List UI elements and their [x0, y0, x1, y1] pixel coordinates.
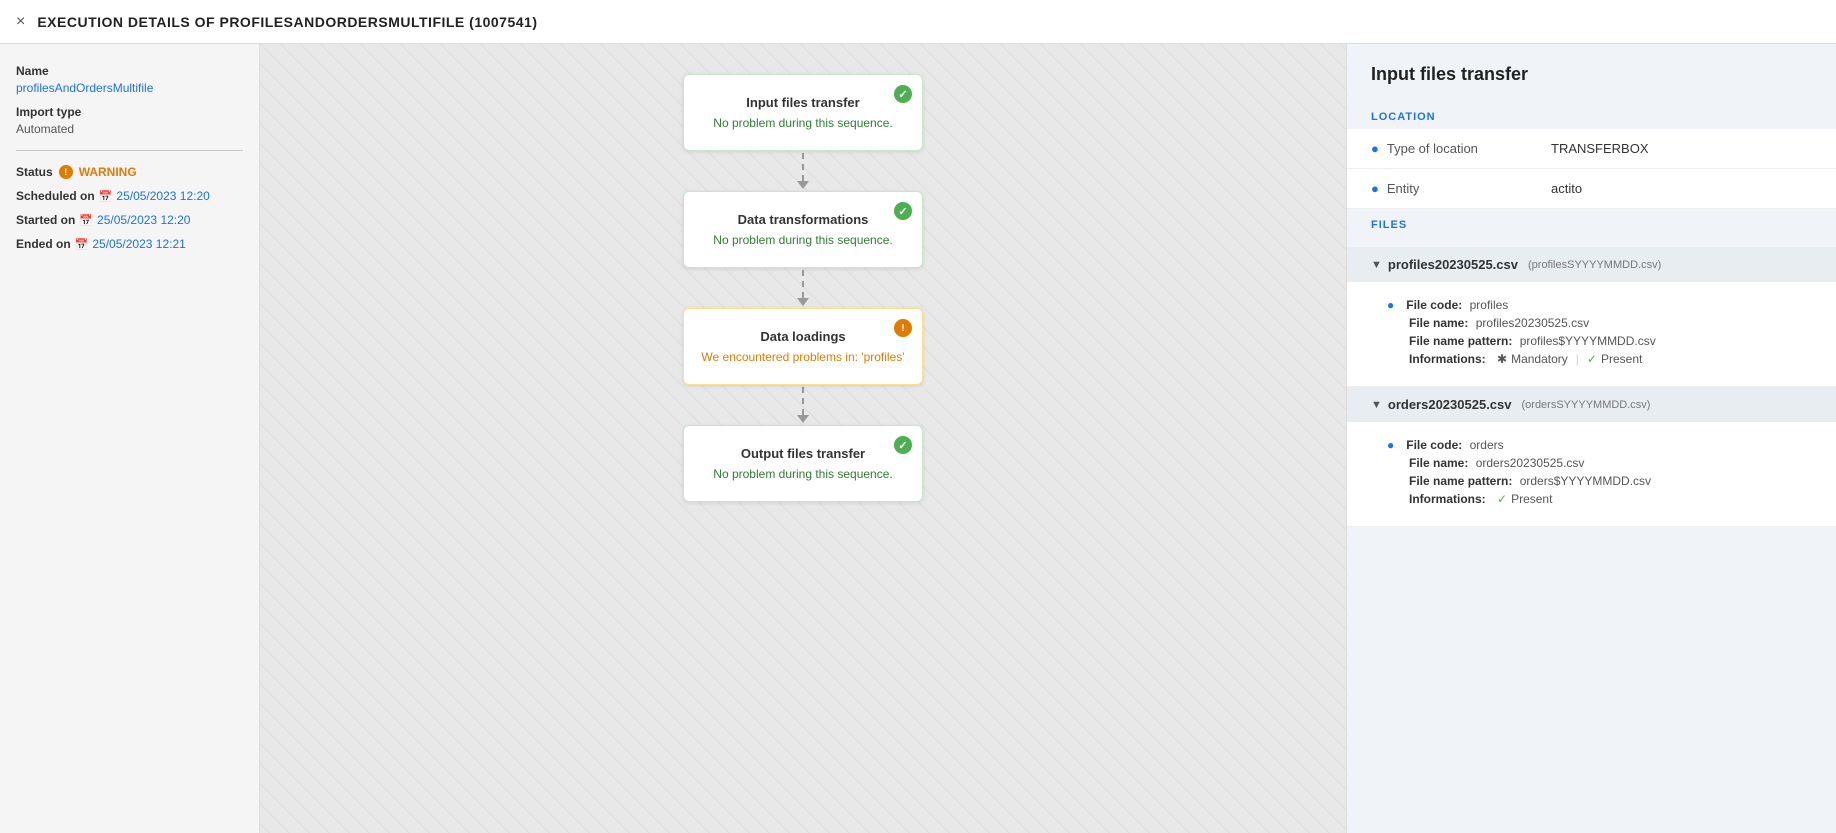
- file-name-label: File name:: [1409, 316, 1468, 330]
- flow-area: ✓Input files transferNo problem during t…: [260, 44, 1346, 833]
- location-row: ●Type of locationTRANSFERBOX: [1347, 129, 1836, 169]
- location-row-value: actito: [1527, 169, 1836, 209]
- sidebar-name-label: Name: [16, 64, 243, 78]
- flow-node-title: Data transformations: [700, 212, 906, 227]
- present-check-icon: ✓: [1497, 492, 1507, 506]
- sidebar-status-row: Status ! WARNING: [16, 165, 243, 179]
- file-name-row: File name: profiles20230525.csv: [1387, 316, 1812, 330]
- location-row-value: TRANSFERBOX: [1527, 129, 1836, 169]
- sidebar-scheduled-row: Scheduled on 📅 25/05/2023 12:20: [16, 189, 243, 203]
- sidebar: Name profilesAndOrdersMultifile Import t…: [0, 44, 260, 833]
- file-name-label: File name:: [1409, 456, 1468, 470]
- file-name-pattern-label: File name pattern:: [1409, 334, 1512, 348]
- file-code-row: ● File code: orders: [1387, 438, 1812, 452]
- flow-node-message: We encountered problems in: 'profiles': [700, 350, 906, 364]
- file-group-header[interactable]: ▼ orders20230525.csv (ordersSYYYYMMDD.cs…: [1347, 387, 1836, 422]
- warning-icon: !: [59, 165, 73, 179]
- flow-node-title: Output files transfer: [700, 446, 906, 461]
- file-name-value: profiles20230525.csv: [1472, 316, 1589, 330]
- files-section-label: FILES: [1347, 209, 1836, 237]
- right-panel: Input files transfer LOCATION ●Type of l…: [1346, 44, 1836, 833]
- sidebar-ended-value: 25/05/2023 12:21: [92, 237, 185, 251]
- close-button[interactable]: ×: [16, 13, 25, 31]
- sidebar-scheduled-label: Scheduled on: [16, 189, 95, 203]
- file-name-pattern-value: orders$YYYYMMDD.csv: [1516, 474, 1651, 488]
- check-icon: ✓: [894, 202, 912, 220]
- file-code-row: ● File code: profiles: [1387, 298, 1812, 312]
- file-name-pattern-value: profiles$YYYYMMDD.csv: [1516, 334, 1655, 348]
- location-section-label: LOCATION: [1347, 101, 1836, 129]
- flow-node-input-files-transfer[interactable]: ✓Input files transfer No problem during t…: [683, 74, 923, 151]
- sidebar-import-type-value: Automated: [16, 122, 243, 136]
- file-name-row: File name: orders20230525.csv: [1387, 456, 1812, 470]
- flow-node-output-files-transfer[interactable]: ✓Output files transfer No problem during …: [683, 425, 923, 502]
- file-name-pattern-row: File name pattern: profiles$YYYYMMDD.csv: [1387, 334, 1812, 348]
- file-name-pattern-row: File name pattern: orders$YYYYMMDD.csv: [1387, 474, 1812, 488]
- mandatory-star-icon: ✱: [1497, 352, 1507, 366]
- file-group-name: profiles20230525.csv: [1388, 257, 1518, 272]
- flow-node-message: No problem during this sequence.: [700, 467, 906, 481]
- files-section: ▼ profiles20230525.csv (profilesSYYYYMMD…: [1347, 237, 1836, 537]
- flow-node-data-loadings[interactable]: !Data loadings We encountered problems in…: [683, 308, 923, 385]
- present-check-icon: ✓: [1587, 352, 1597, 366]
- informations-label: Informations:: [1409, 492, 1486, 506]
- sidebar-import-type-row: Import type Automated: [16, 105, 243, 136]
- flow-node-data-transformations[interactable]: ✓Data transformations No problem during t…: [683, 191, 923, 268]
- file-group-name: orders20230525.csv: [1388, 397, 1512, 412]
- file-detail-block: ● File code: profiles File name: profile…: [1347, 282, 1836, 387]
- check-icon: ✓: [894, 436, 912, 454]
- calendar-icon-scheduled: 📅: [99, 190, 113, 203]
- file-code-label: File code:: [1406, 438, 1462, 452]
- warning-icon: !: [894, 319, 912, 337]
- chevron-down-icon: ▼: [1371, 399, 1382, 411]
- mandatory-label: Mandatory: [1511, 352, 1568, 366]
- flow-connector: [797, 268, 809, 308]
- file-group-pattern: (ordersSYYYYMMDD.csv): [1522, 399, 1651, 411]
- sidebar-name-row: Name profilesAndOrdersMultifile: [16, 64, 243, 95]
- location-table: ●Type of locationTRANSFERBOX●Entityactit…: [1347, 129, 1836, 209]
- sidebar-ended-label: Ended on: [16, 237, 71, 251]
- flow-node-title: Data loadings: [700, 329, 906, 344]
- right-panel-title: Input files transfer: [1347, 44, 1836, 101]
- flow-node-message: No problem during this sequence.: [700, 116, 906, 130]
- pipe-separator: |: [1576, 352, 1579, 366]
- check-icon: ✓: [894, 85, 912, 103]
- page-title: EXECUTION DETAILS OF PROFILESANDORDERSMU…: [37, 14, 537, 30]
- file-code-value: profiles: [1466, 298, 1508, 312]
- sidebar-ended-row: Ended on 📅 25/05/2023 12:21: [16, 237, 243, 251]
- bullet-icon: ●: [1387, 298, 1394, 312]
- flow-connector: [797, 151, 809, 191]
- sidebar-started-value: 25/05/2023 12:20: [97, 213, 190, 227]
- file-code-label: File code:: [1406, 298, 1462, 312]
- flow-connector: [797, 385, 809, 425]
- sidebar-scheduled-value: 25/05/2023 12:20: [116, 189, 209, 203]
- sidebar-status-label: Status: [16, 165, 53, 179]
- calendar-icon-started: 📅: [79, 214, 93, 227]
- location-row-label: ●Type of location: [1347, 129, 1527, 169]
- sidebar-started-label: Started on: [16, 213, 75, 227]
- location-row: ●Entityactito: [1347, 169, 1836, 209]
- location-row-label: ●Entity: [1347, 169, 1527, 209]
- present-label: Present: [1601, 352, 1642, 366]
- bullet-icon: ●: [1387, 438, 1394, 452]
- sidebar-started-row: Started on 📅 25/05/2023 12:20: [16, 213, 243, 227]
- informations-row: Informations: ✱ Mandatory | ✓ Present: [1387, 352, 1812, 366]
- sidebar-status-value: WARNING: [79, 165, 137, 179]
- flow-node-title: Input files transfer: [700, 95, 906, 110]
- file-name-pattern-label: File name pattern:: [1409, 474, 1512, 488]
- file-code-value: orders: [1466, 438, 1503, 452]
- present-label: Present: [1511, 492, 1552, 506]
- file-detail-block: ● File code: orders File name: orders202…: [1347, 422, 1836, 527]
- sidebar-name-value: profilesAndOrdersMultifile: [16, 81, 243, 95]
- file-name-value: orders20230525.csv: [1472, 456, 1584, 470]
- informations-row: Informations: ✓ Present: [1387, 492, 1812, 506]
- chevron-down-icon: ▼: [1371, 259, 1382, 271]
- calendar-icon-ended: 📅: [75, 238, 89, 251]
- sidebar-import-type-label: Import type: [16, 105, 243, 119]
- informations-label: Informations:: [1409, 352, 1486, 366]
- file-group-header[interactable]: ▼ profiles20230525.csv (profilesSYYYYMMD…: [1347, 247, 1836, 282]
- file-group-pattern: (profilesSYYYYMMDD.csv): [1528, 259, 1661, 271]
- flow-node-message: No problem during this sequence.: [700, 233, 906, 247]
